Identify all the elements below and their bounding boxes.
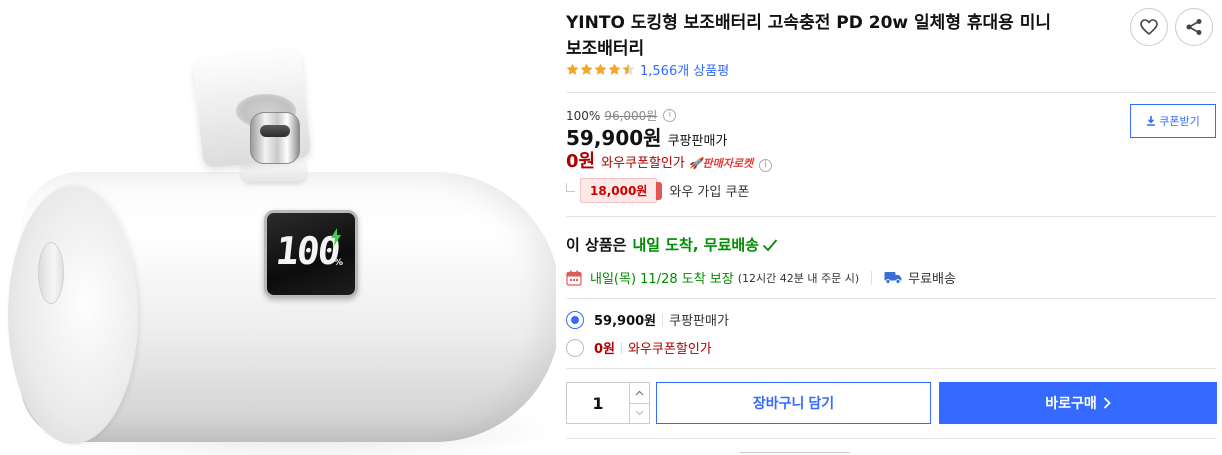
free-shipping-label: 무료배송 xyxy=(908,272,956,287)
coupon-price: 0원 xyxy=(566,151,596,172)
add-to-cart-button[interactable]: 장바구니 담기 xyxy=(656,382,931,424)
price-option-seller[interactable]: 59,900원 쿠팡판매가 xyxy=(566,310,729,329)
divider xyxy=(566,368,1216,369)
divider xyxy=(566,298,1216,299)
divider xyxy=(566,438,1216,439)
rating-stars xyxy=(566,63,635,76)
arrow-right-icon xyxy=(1103,397,1111,409)
option-price: 59,900원 xyxy=(594,314,657,329)
wow-coupon-amount: 18,000원 xyxy=(580,178,663,203)
coupon-price-label: 와우쿠폰할인가 xyxy=(601,156,685,171)
star-icon xyxy=(608,63,621,75)
wow-coupon-row: 18,000원 와우 가입 쿠폰 xyxy=(566,178,749,203)
info-icon[interactable]: i xyxy=(759,159,773,172)
product-title: YINTO 도킹형 보조배터리 고속충전 PD 20w 일체형 휴대용 미니 보… xyxy=(566,13,1051,59)
share-icon xyxy=(1186,19,1202,35)
battery-display-unit: % xyxy=(334,258,344,268)
wow-coupon-label: 와우 가입 쿠폰 xyxy=(669,185,750,200)
quantity-stepper-buttons xyxy=(629,383,649,423)
option-label: 쿠팡판매가 xyxy=(669,314,729,329)
rating-row[interactable]: 1,566개 상품평 xyxy=(566,59,729,79)
usb-c-connector xyxy=(250,112,300,164)
discount-rate: 100% xyxy=(566,108,601,123)
buy-now-label: 바로구매 xyxy=(1045,395,1097,411)
delivery-date: 내일(목) 11/28 도착 보장 xyxy=(590,272,734,287)
power-bank-end-cap xyxy=(8,186,138,444)
divider xyxy=(566,92,1216,93)
chevron-up-icon xyxy=(635,390,644,396)
coupon-price-row: 0원 와우쿠폰할인가 🚀판매자로켓 i xyxy=(566,147,773,173)
power-button-graphic xyxy=(38,242,64,304)
delivery-row: 내일(목) 11/28 도착 보장 (12시간 42분 내 주문 시) 무료배송 xyxy=(566,268,956,287)
add-to-cart-label: 장바구니 담기 xyxy=(752,395,835,411)
arrival-highlight: 내일 도착, 무료배송 xyxy=(632,236,759,254)
delivery-cutoff-note: (12시간 42분 내 주문 시) xyxy=(737,271,860,285)
seller-rocket-badge: 🚀판매자로켓 xyxy=(688,157,754,170)
option-label: 와우쿠폰할인가 xyxy=(628,342,712,357)
separator xyxy=(621,341,623,354)
branch-line xyxy=(566,183,575,192)
radio-button[interactable] xyxy=(566,338,584,357)
info-icon[interactable]: i xyxy=(663,109,677,122)
price-option-wow-coupon[interactable]: 0원 와우쿠폰할인가 xyxy=(566,338,712,357)
calendar-icon xyxy=(566,270,582,286)
star-icon xyxy=(594,63,607,75)
heart-icon xyxy=(1140,19,1158,35)
option-price: 0원 xyxy=(594,342,616,357)
arrival-headline: 이 상품은 내일 도착, 무료배송 xyxy=(566,234,778,255)
download-icon xyxy=(1147,116,1156,126)
separator xyxy=(871,270,873,285)
quantity-increase-button[interactable] xyxy=(630,383,649,403)
buy-now-button[interactable]: 바로구매 xyxy=(939,382,1217,424)
divider xyxy=(566,216,1216,217)
product-image[interactable]: 100 % xyxy=(0,0,556,455)
star-icon xyxy=(622,63,635,75)
coupon-download-button[interactable]: 쿠폰받기 xyxy=(1130,104,1216,138)
separator xyxy=(662,313,664,326)
wishlist-button[interactable] xyxy=(1130,8,1168,46)
quantity-stepper[interactable] xyxy=(566,382,650,424)
truck-icon xyxy=(884,272,902,284)
radio-button-selected[interactable] xyxy=(566,310,584,329)
check-icon xyxy=(762,238,778,251)
quantity-input[interactable] xyxy=(567,383,629,423)
chevron-down-icon xyxy=(635,410,644,416)
coupon-button-label: 쿠폰받기 xyxy=(1159,116,1200,128)
arrival-prefix: 이 상품은 xyxy=(566,236,627,254)
lightning-icon xyxy=(331,228,341,246)
review-count-link[interactable]: 1,566개 상품평 xyxy=(640,60,729,79)
star-icon xyxy=(580,63,593,75)
star-icon xyxy=(566,63,579,75)
quantity-decrease-button[interactable] xyxy=(630,402,649,424)
share-button[interactable] xyxy=(1175,8,1213,46)
